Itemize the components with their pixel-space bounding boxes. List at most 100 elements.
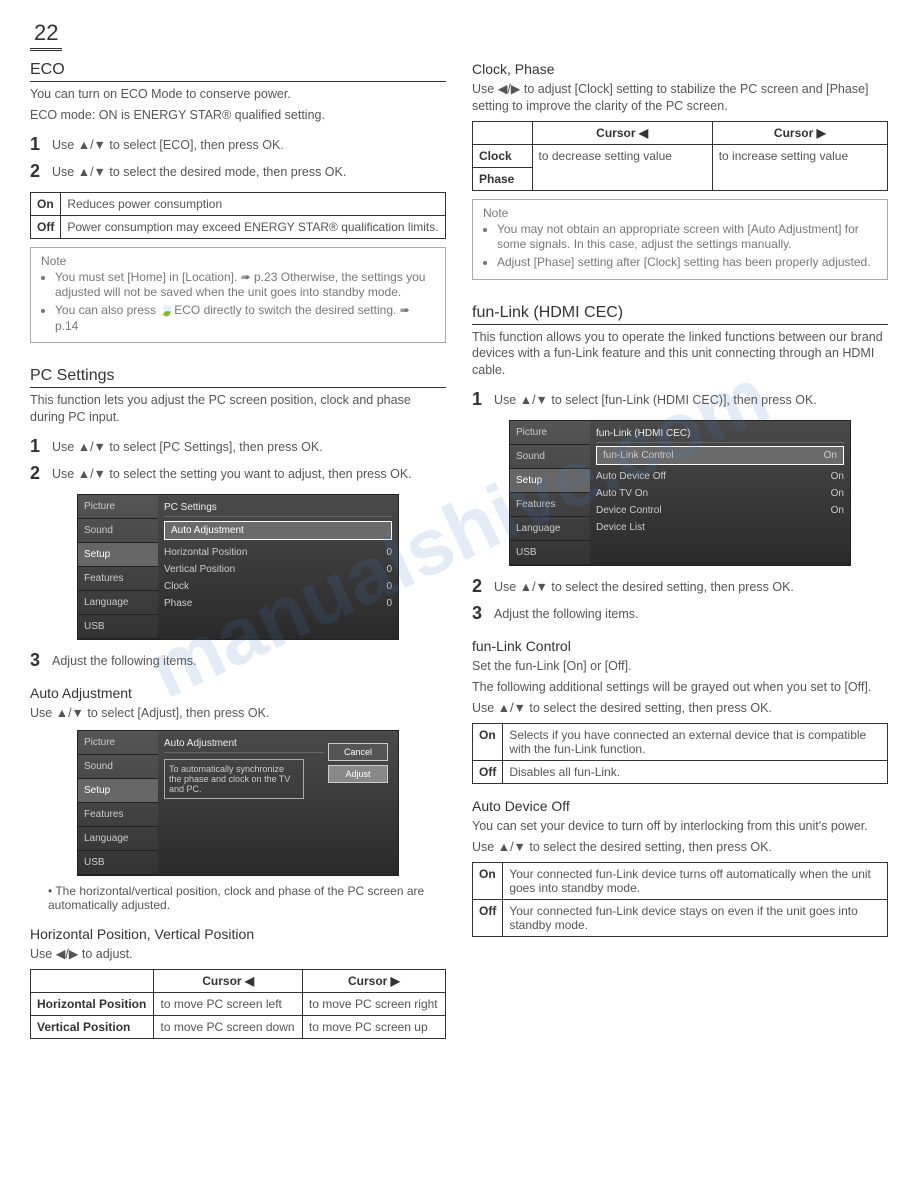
ss-sidebar-item: Features [78, 567, 158, 591]
step-number: 1 [30, 436, 52, 457]
table-row-label: Off [31, 215, 61, 238]
step-number: 1 [472, 389, 494, 410]
table-header: Cursor ▶ [302, 969, 445, 992]
ss-sidebar-item: Features [78, 803, 158, 827]
clock-phase-heading: Clock, Phase [472, 61, 888, 77]
eco-table: On Reduces power consumption Off Power c… [30, 192, 446, 239]
ss-sidebar-item: Sound [78, 755, 158, 779]
ss-label: Vertical Position [164, 564, 235, 575]
ss-value: On [831, 505, 844, 516]
ss-label: Device Control [596, 505, 662, 516]
ss-description: To automatically synchronize the phase a… [164, 759, 304, 799]
ss-sidebar-item: Setup [78, 543, 158, 567]
position-intro: Use ◀/▶ to adjust. [30, 946, 446, 963]
eco-heading: ECO [30, 61, 446, 82]
ss-sidebar-item: Picture [78, 731, 158, 755]
clock-phase-note-box: Note You may not obtain an appropriate s… [472, 199, 888, 280]
table-cell: to move PC screen up [302, 1015, 445, 1038]
funlink-control-l2: The following additional settings will b… [472, 679, 888, 696]
table-row-label: Vertical Position [31, 1015, 154, 1038]
table-cell: Your connected fun-Link device stays on … [503, 899, 888, 936]
ss-title: PC Settings [164, 499, 392, 517]
ss-label: Device List [596, 522, 645, 533]
ss-sidebar-item: Setup [510, 469, 590, 493]
ss-sidebar-item: Picture [510, 421, 590, 445]
ss-sidebar-item: Sound [510, 445, 590, 469]
ss-title: Auto Adjustment [164, 735, 324, 753]
ss-label: Auto Device Off [596, 471, 666, 482]
ss-label: fun-Link Control [603, 450, 674, 461]
step-number: 2 [472, 576, 494, 597]
funlink-screenshot: Picture Sound Setup Features Language US… [509, 420, 851, 566]
funlink-intro: This function allows you to operate the … [472, 329, 888, 380]
table-cell: Power consumption may exceed ENERGY STAR… [61, 215, 446, 238]
step-number: 3 [30, 650, 52, 671]
note-title: Note [41, 254, 435, 268]
funlink-step-2: Use ▲/▼ to select the desired setting, t… [494, 576, 794, 597]
ss-highlight: Auto Adjustment [164, 521, 392, 540]
clock-phase-table: Cursor ◀ Cursor ▶ Clock to decrease sett… [472, 121, 888, 191]
funlink-step-1: Use ▲/▼ to select [fun-Link (HDMI CEC)],… [494, 389, 817, 410]
eco-intro-1: You can turn on ECO Mode to conserve pow… [30, 86, 446, 103]
funlink-control-heading: fun-Link Control [472, 638, 888, 654]
ss-value: 0 [386, 581, 392, 592]
note-title: Note [483, 206, 877, 220]
ss-sidebar-item: Language [78, 591, 158, 615]
table-cell: to increase setting value [712, 144, 887, 190]
table-row-label: On [31, 192, 61, 215]
table-cell: Reduces power consumption [61, 192, 446, 215]
position-table: Cursor ◀ Cursor ▶ Horizontal Position to… [30, 969, 446, 1039]
ss-label: Phase [164, 598, 192, 609]
ss-sidebar-item: Sound [78, 519, 158, 543]
ss-sidebar-item: Language [510, 517, 590, 541]
table-row-label: Off [473, 760, 503, 783]
ss-sidebar-item: Setup [78, 779, 158, 803]
ss-value: 0 [386, 564, 392, 575]
clock-phase-intro: Use ◀/▶ to adjust [Clock] setting to sta… [472, 81, 888, 115]
note-item: Adjust [Phase] setting after [Clock] set… [497, 255, 877, 271]
step-number: 2 [30, 161, 52, 182]
ss-value: 0 [386, 547, 392, 558]
step-number: 1 [30, 134, 52, 155]
note-item: You may not obtain an appropriate screen… [497, 222, 877, 253]
table-cell: to move PC screen left [154, 992, 302, 1015]
funlink-heading: fun-Link (HDMI CEC) [472, 304, 888, 325]
table-header: Cursor ◀ [532, 121, 712, 144]
pc-settings-heading: PC Settings [30, 367, 446, 388]
table-cell: Selects if you have connected an externa… [503, 723, 888, 760]
table-cell: to decrease setting value [532, 144, 712, 190]
table-cell: Disables all fun-Link. [503, 760, 888, 783]
step-number: 2 [30, 463, 52, 484]
eco-step-1: Use ▲/▼ to select [ECO], then press OK. [52, 134, 284, 155]
funlink-step-3: Adjust the following items. [494, 603, 639, 624]
funlink-control-table: On Selects if you have connected an exte… [472, 723, 888, 784]
pc-step-2: Use ▲/▼ to select the setting you want t… [52, 463, 412, 484]
ss-cancel-button: Cancel [328, 743, 388, 761]
ss-label: Clock [164, 581, 189, 592]
ss-title: fun-Link (HDMI CEC) [596, 425, 844, 443]
table-row-label: Clock [473, 144, 533, 167]
ss-value: On [831, 488, 844, 499]
page-number: 22 [30, 20, 62, 51]
table-cell: Your connected fun-Link device turns off… [503, 862, 888, 899]
table-cell: to move PC screen right [302, 992, 445, 1015]
ss-label: Horizontal Position [164, 547, 247, 558]
right-column: Clock, Phase Use ◀/▶ to adjust [Clock] s… [472, 61, 888, 1047]
note-item: You can also press 🍃ECO directly to swit… [55, 303, 435, 334]
note-item: You must set [Home] in [Location]. ➠ p.2… [55, 270, 435, 301]
ss-value: 0 [386, 598, 392, 609]
auto-adjustment-intro: Use ▲/▼ to select [Adjust], then press O… [30, 705, 446, 722]
ss-sidebar-item: USB [510, 541, 590, 565]
table-row-label: Phase [473, 167, 533, 190]
funlink-control-l1: Set the fun-Link [On] or [Off]. [472, 658, 888, 675]
ss-value: On [831, 471, 844, 482]
pc-step-3: Adjust the following items. [52, 650, 197, 671]
eco-note-box: Note You must set [Home] in [Location]. … [30, 247, 446, 343]
auto-adjustment-bullet: • The horizontal/vertical position, cloc… [48, 884, 446, 912]
funlink-control-l3: Use ▲/▼ to select the desired setting, t… [472, 700, 888, 717]
table-row-label: Off [473, 899, 503, 936]
auto-device-off-l2: Use ▲/▼ to select the desired setting, t… [472, 839, 888, 856]
table-row-label: Horizontal Position [31, 992, 154, 1015]
ss-sidebar-item: Picture [78, 495, 158, 519]
pc-settings-intro: This function lets you adjust the PC scr… [30, 392, 446, 426]
